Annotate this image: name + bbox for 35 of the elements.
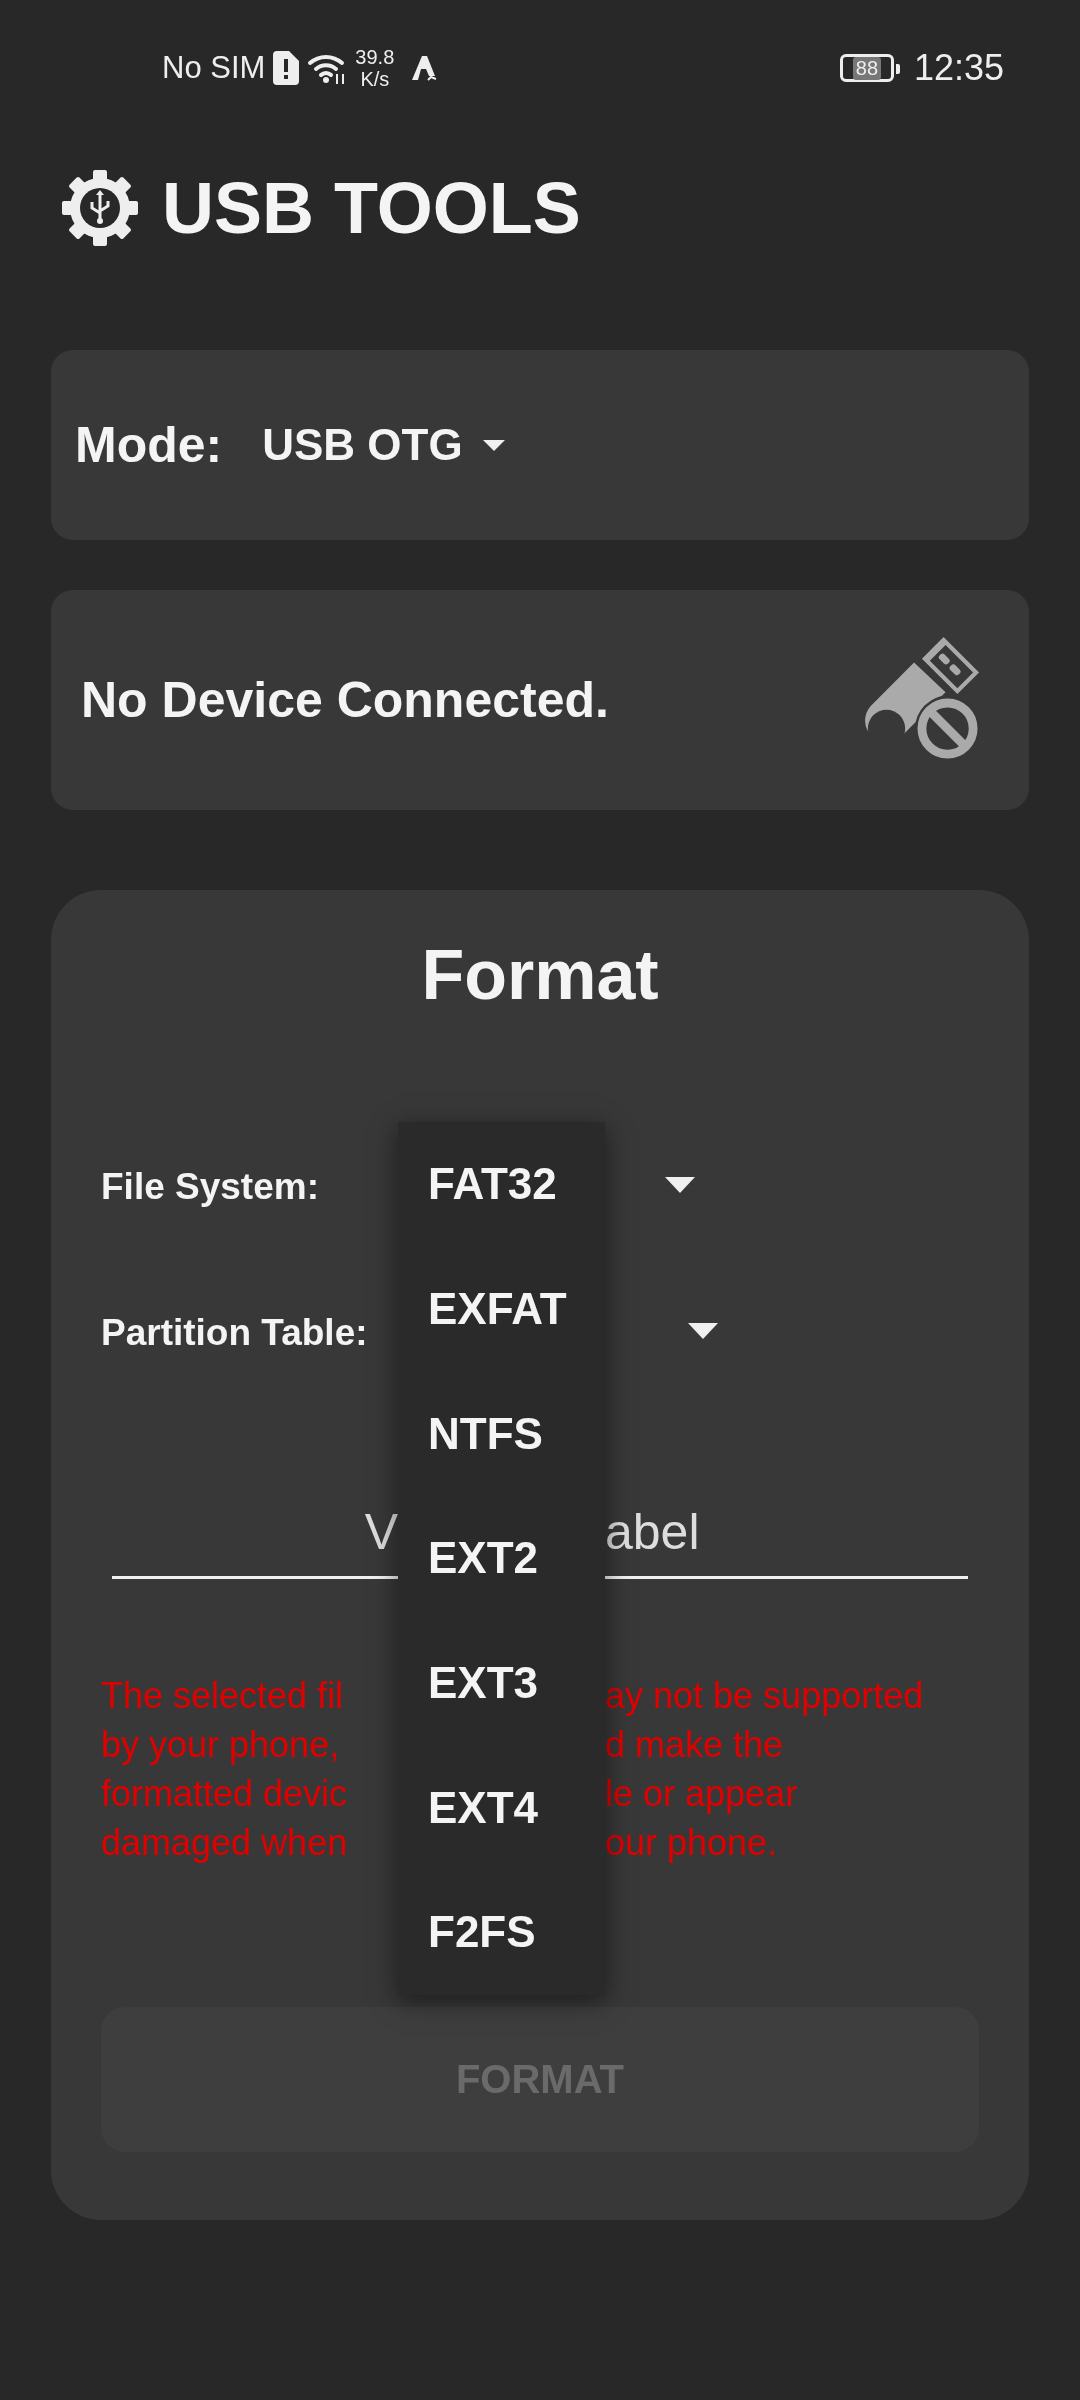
warning-text: formatted devic: [101, 1772, 349, 1816]
file-system-label: File System:: [101, 1166, 320, 1208]
device-status-text: No Device Connected.: [81, 671, 609, 729]
dropdown-arrow-icon[interactable]: [688, 1323, 718, 1339]
app-notification-icon: [410, 54, 439, 82]
speed-value: 39.8: [355, 46, 395, 68]
menu-item[interactable]: EXFAT: [398, 1246, 605, 1372]
menu-item[interactable]: FAT32: [398, 1122, 605, 1247]
clock-time: 12:35: [913, 47, 1004, 89]
warning-text: le or appear: [605, 1772, 799, 1816]
warning-text: damaged when: [101, 1821, 349, 1865]
warning-text: by your phone,: [101, 1723, 341, 1767]
placeholder-text: V: [363, 1503, 398, 1561]
warning-text: our phone.: [605, 1821, 779, 1865]
dropdown-arrow-icon[interactable]: [665, 1177, 695, 1193]
menu-item[interactable]: EXT3: [398, 1620, 605, 1746]
battery-level: 88: [852, 56, 882, 80]
warning-text: ay not be supported: [605, 1674, 925, 1718]
menu-item[interactable]: EXT4: [398, 1745, 605, 1871]
speed-unit: K/s: [360, 68, 390, 90]
menu-item[interactable]: EXT2: [398, 1496, 605, 1621]
warning-text: d make the: [605, 1723, 785, 1767]
menu-item[interactable]: NTFS: [398, 1371, 605, 1497]
partition-table-label: Partition Table:: [101, 1312, 369, 1354]
mode-label: Mode:: [75, 416, 223, 474]
format-title: Format: [420, 935, 660, 1016]
carrier-text: No SIM: [162, 50, 266, 86]
gear-usb-icon: [60, 168, 140, 248]
warning-text: The selected fil: [101, 1674, 345, 1718]
menu-item[interactable]: F2FS: [398, 1870, 605, 1995]
sim-alert-icon: [273, 51, 300, 85]
placeholder-text: abel: [605, 1503, 701, 1561]
mode-dropdown[interactable]: USB OTG: [262, 420, 505, 470]
app-title: USB TOOLS: [162, 167, 581, 249]
caret-icon: [482, 439, 505, 451]
